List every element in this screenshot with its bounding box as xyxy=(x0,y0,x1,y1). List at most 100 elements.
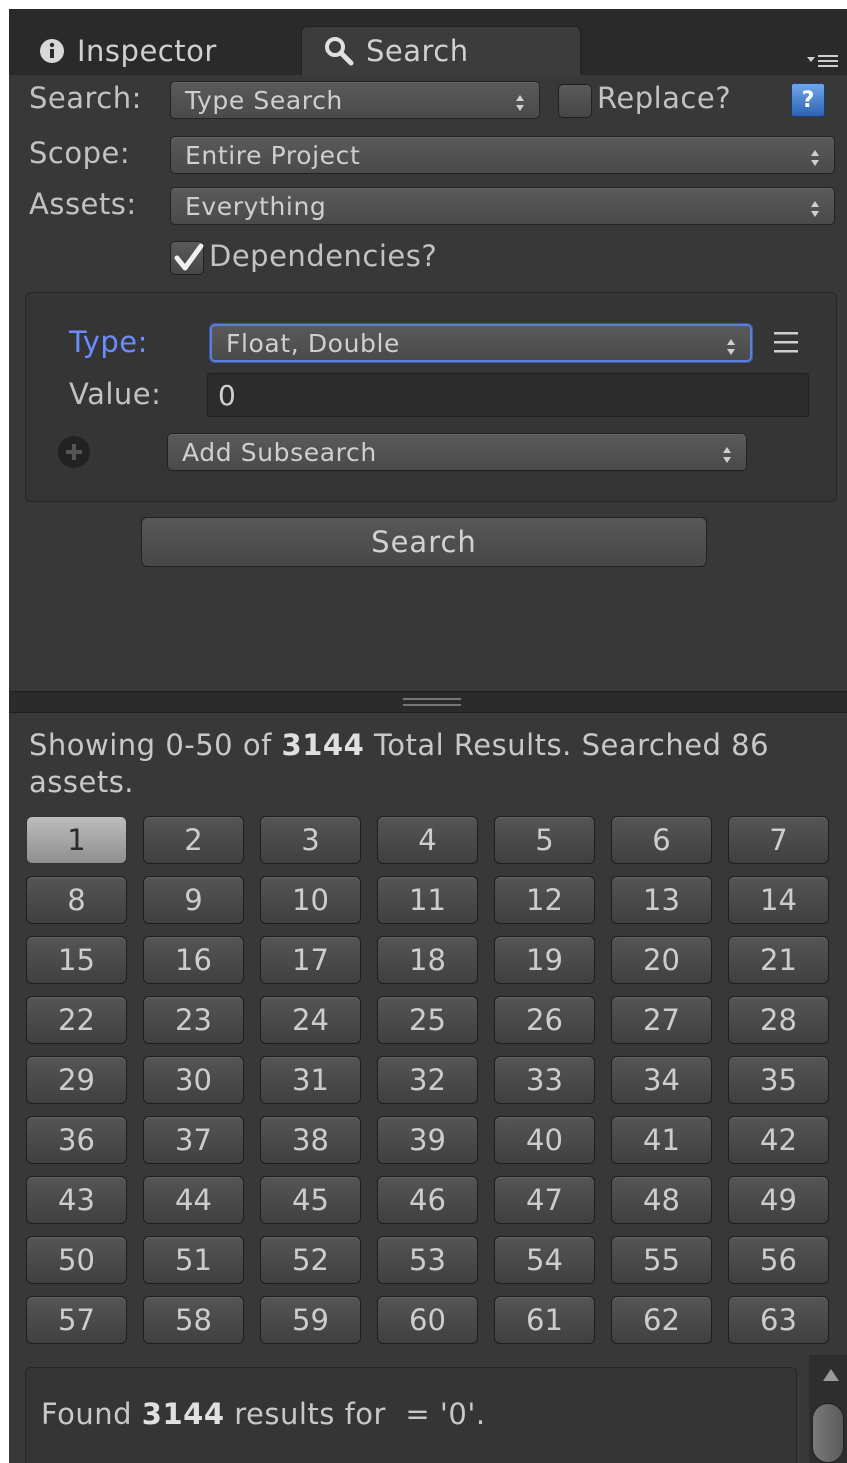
page-button[interactable]: 53 xyxy=(377,1236,478,1284)
page-button[interactable]: 15 xyxy=(26,936,127,984)
page-button[interactable]: 5 xyxy=(494,816,595,864)
type-value: Float, Double xyxy=(226,328,401,358)
magnifier-icon xyxy=(324,36,354,66)
page-button[interactable]: 51 xyxy=(143,1236,244,1284)
status-suffix: results for = '0'. xyxy=(224,1397,486,1431)
page-button[interactable]: 14 xyxy=(728,876,829,924)
pagination-grid: 1 2 3 4 5 6 7 8 9 10 11 12 13 14 15 16 17 18 19 20 21 22 23 24 2… xyxy=(26,816,838,1344)
page-button[interactable]: 39 xyxy=(377,1116,478,1164)
page-button[interactable]: 61 xyxy=(494,1296,595,1344)
page-button[interactable]: 24 xyxy=(260,996,361,1044)
page-button[interactable]: 50 xyxy=(26,1236,127,1284)
help-icon[interactable]: ? xyxy=(791,83,825,117)
page-button[interactable]: 35 xyxy=(728,1056,829,1104)
page-button[interactable]: 25 xyxy=(377,996,478,1044)
assets-label: Assets: xyxy=(29,187,137,221)
drag-grip-icon[interactable] xyxy=(403,698,461,706)
search-button[interactable]: Search xyxy=(141,517,707,567)
add-subsearch-dropdown[interactable]: Add Subsearch xyxy=(167,433,747,471)
tab-search-label: Search xyxy=(366,34,469,68)
page-button[interactable]: 31 xyxy=(260,1056,361,1104)
page-button[interactable]: 27 xyxy=(611,996,712,1044)
results-total: 3144 xyxy=(281,728,365,762)
assets-dropdown[interactable]: Everything xyxy=(170,187,835,225)
dependencies-checkbox[interactable] xyxy=(170,241,204,275)
page-button[interactable]: 23 xyxy=(143,996,244,1044)
page-button[interactable]: 42 xyxy=(728,1116,829,1164)
page-button[interactable]: 57 xyxy=(26,1296,127,1344)
hamburger-icon[interactable] xyxy=(773,329,799,357)
results-summary: Showing 0-50 of 3144 Total Results. Sear… xyxy=(29,727,829,801)
page-button[interactable]: 19 xyxy=(494,936,595,984)
page-button[interactable]: 36 xyxy=(26,1116,127,1164)
checkmark-icon xyxy=(174,243,204,271)
page-button[interactable]: 38 xyxy=(260,1116,361,1164)
page-button[interactable]: 41 xyxy=(611,1116,712,1164)
page-button[interactable]: 62 xyxy=(611,1296,712,1344)
value-input[interactable]: 0 xyxy=(207,373,809,417)
page-button[interactable]: 3 xyxy=(260,816,361,864)
page-button[interactable]: 18 xyxy=(377,936,478,984)
page-button[interactable]: 10 xyxy=(260,876,361,924)
page-button[interactable]: 49 xyxy=(728,1176,829,1224)
page-button[interactable]: 26 xyxy=(494,996,595,1044)
page-button[interactable]: 48 xyxy=(611,1176,712,1224)
search-label: Search: xyxy=(29,81,142,115)
page-button[interactable]: 47 xyxy=(494,1176,595,1224)
tab-inspector-label: Inspector xyxy=(77,33,217,68)
page-button[interactable]: 30 xyxy=(143,1056,244,1104)
page-button[interactable]: 45 xyxy=(260,1176,361,1224)
replace-checkbox[interactable] xyxy=(558,84,592,118)
page-button[interactable]: 33 xyxy=(494,1056,595,1104)
page-button[interactable]: 29 xyxy=(26,1056,127,1104)
page-button[interactable]: 59 xyxy=(260,1296,361,1344)
page-button[interactable]: 11 xyxy=(377,876,478,924)
status-scrollbar[interactable] xyxy=(809,1355,847,1463)
page-button[interactable]: 20 xyxy=(611,936,712,984)
search-type-dropdown[interactable]: Type Search xyxy=(170,81,540,119)
page-button[interactable]: 8 xyxy=(26,876,127,924)
plus-circle-icon[interactable] xyxy=(57,435,91,469)
page-button[interactable]: 2 xyxy=(143,816,244,864)
scroll-up-icon[interactable] xyxy=(823,1369,839,1381)
type-label: Type: xyxy=(69,325,148,359)
page-button[interactable]: 40 xyxy=(494,1116,595,1164)
page-button[interactable]: 28 xyxy=(728,996,829,1044)
split-divider[interactable] xyxy=(9,691,847,713)
type-dropdown[interactable]: Float, Double xyxy=(210,324,752,362)
page-button[interactable]: 32 xyxy=(377,1056,478,1104)
page-button[interactable]: 34 xyxy=(611,1056,712,1104)
scope-value: Entire Project xyxy=(185,140,361,170)
page-button[interactable]: 43 xyxy=(26,1176,127,1224)
page-button[interactable]: 58 xyxy=(143,1296,244,1344)
page-button[interactable]: 7 xyxy=(728,816,829,864)
page-button[interactable]: 12 xyxy=(494,876,595,924)
page-button[interactable]: 37 xyxy=(143,1116,244,1164)
results-prefix: Showing 0-50 of xyxy=(29,728,282,762)
page-button[interactable]: 56 xyxy=(728,1236,829,1284)
page-button[interactable]: 63 xyxy=(728,1296,829,1344)
page-button[interactable]: 44 xyxy=(143,1176,244,1224)
add-subsearch-label: Add Subsearch xyxy=(182,437,377,467)
tab-inspector[interactable]: Inspector xyxy=(23,26,293,75)
scroll-thumb[interactable] xyxy=(812,1403,844,1463)
page-button[interactable]: 16 xyxy=(143,936,244,984)
dependencies-label: Dependencies? xyxy=(209,239,438,273)
page-button[interactable]: 1 xyxy=(26,816,127,864)
tab-menu-icon[interactable] xyxy=(807,51,839,71)
page-button[interactable]: 46 xyxy=(377,1176,478,1224)
page-button[interactable]: 17 xyxy=(260,936,361,984)
page-button[interactable]: 52 xyxy=(260,1236,361,1284)
page-button[interactable]: 9 xyxy=(143,876,244,924)
page-button[interactable]: 54 xyxy=(494,1236,595,1284)
page-button[interactable]: 13 xyxy=(611,876,712,924)
tab-search[interactable]: Search xyxy=(301,26,581,75)
page-button[interactable]: 21 xyxy=(728,936,829,984)
scope-dropdown[interactable]: Entire Project xyxy=(170,136,835,174)
dropdown-arrows-icon xyxy=(722,442,732,463)
page-button[interactable]: 22 xyxy=(26,996,127,1044)
page-button[interactable]: 6 xyxy=(611,816,712,864)
page-button[interactable]: 60 xyxy=(377,1296,478,1344)
page-button[interactable]: 4 xyxy=(377,816,478,864)
page-button[interactable]: 55 xyxy=(611,1236,712,1284)
